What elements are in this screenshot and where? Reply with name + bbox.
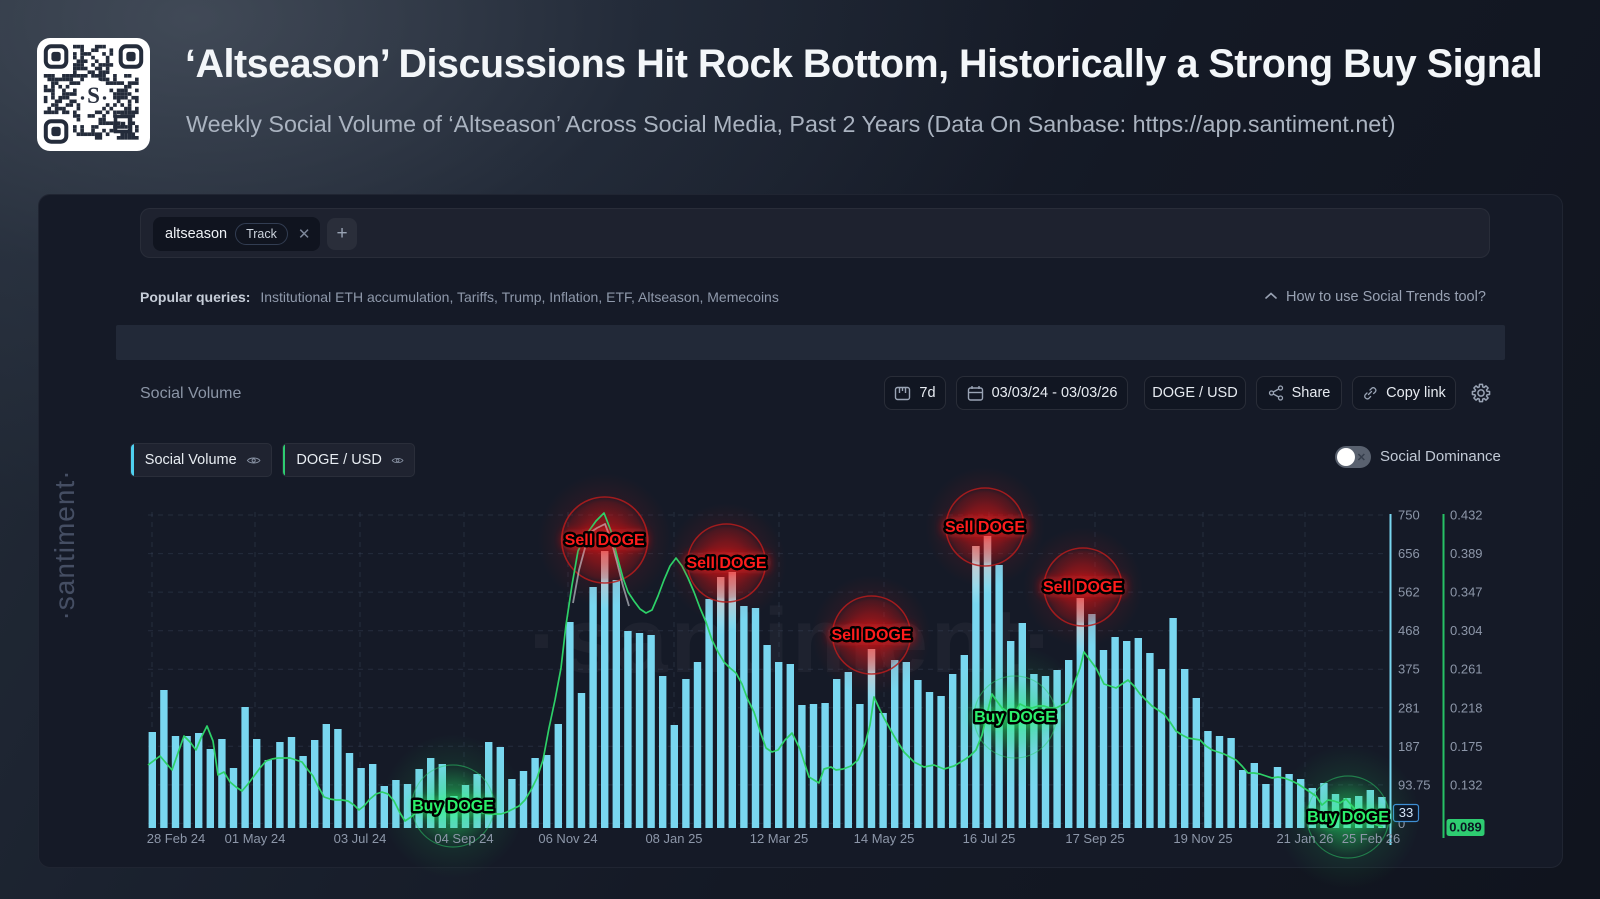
svg-text:Sell DOGE: Sell DOGE bbox=[686, 555, 766, 572]
svg-text:21 Jan 26: 21 Jan 26 bbox=[1276, 831, 1333, 846]
svg-text:0.347: 0.347 bbox=[1450, 585, 1483, 600]
svg-text:281: 281 bbox=[1398, 700, 1420, 715]
svg-text:Buy DOGE: Buy DOGE bbox=[412, 798, 494, 815]
svg-text:12 Mar 25: 12 Mar 25 bbox=[750, 831, 809, 846]
svg-text:Sell DOGE: Sell DOGE bbox=[565, 532, 645, 549]
svg-text:0.175: 0.175 bbox=[1450, 739, 1483, 754]
svg-text:08 Jan 25: 08 Jan 25 bbox=[645, 831, 702, 846]
svg-text:01 May 24: 01 May 24 bbox=[225, 831, 286, 846]
svg-text:14 May 25: 14 May 25 bbox=[854, 831, 915, 846]
svg-text:16 Jul 25: 16 Jul 25 bbox=[963, 831, 1016, 846]
svg-text:562: 562 bbox=[1398, 585, 1420, 600]
svg-text:0.389: 0.389 bbox=[1450, 546, 1483, 561]
svg-text:93.75: 93.75 bbox=[1398, 777, 1431, 792]
svg-text:25 Feb 26: 25 Feb 26 bbox=[1342, 831, 1401, 846]
svg-text:33: 33 bbox=[1399, 805, 1413, 820]
svg-text:468: 468 bbox=[1398, 623, 1420, 638]
svg-text:0.432: 0.432 bbox=[1450, 508, 1483, 523]
svg-text:17 Sep 25: 17 Sep 25 bbox=[1065, 831, 1124, 846]
svg-text:28 Feb 24: 28 Feb 24 bbox=[147, 831, 206, 846]
svg-text:03 Jul 24: 03 Jul 24 bbox=[334, 831, 387, 846]
svg-text:Buy DOGE: Buy DOGE bbox=[974, 709, 1056, 726]
svg-text:·santiment·: ·santiment· bbox=[49, 469, 80, 620]
svg-text:187: 187 bbox=[1398, 739, 1420, 754]
svg-text:0.089: 0.089 bbox=[1449, 820, 1482, 835]
svg-text:0.261: 0.261 bbox=[1450, 662, 1483, 677]
svg-text:0.304: 0.304 bbox=[1450, 623, 1483, 638]
svg-text:656: 656 bbox=[1398, 546, 1420, 561]
svg-text:750: 750 bbox=[1398, 508, 1420, 523]
svg-text:04 Sep 24: 04 Sep 24 bbox=[434, 831, 493, 846]
svg-text:06 Nov 24: 06 Nov 24 bbox=[538, 831, 597, 846]
svg-text:0.218: 0.218 bbox=[1450, 700, 1483, 715]
svg-text:19 Nov 25: 19 Nov 25 bbox=[1173, 831, 1232, 846]
svg-text:375: 375 bbox=[1398, 662, 1420, 677]
svg-text:Sell DOGE: Sell DOGE bbox=[831, 627, 911, 644]
svg-text:0.132: 0.132 bbox=[1450, 777, 1483, 792]
svg-text:Sell DOGE: Sell DOGE bbox=[945, 519, 1025, 536]
svg-text:Buy DOGE: Buy DOGE bbox=[1307, 809, 1389, 826]
svg-text:Sell DOGE: Sell DOGE bbox=[1043, 579, 1123, 596]
